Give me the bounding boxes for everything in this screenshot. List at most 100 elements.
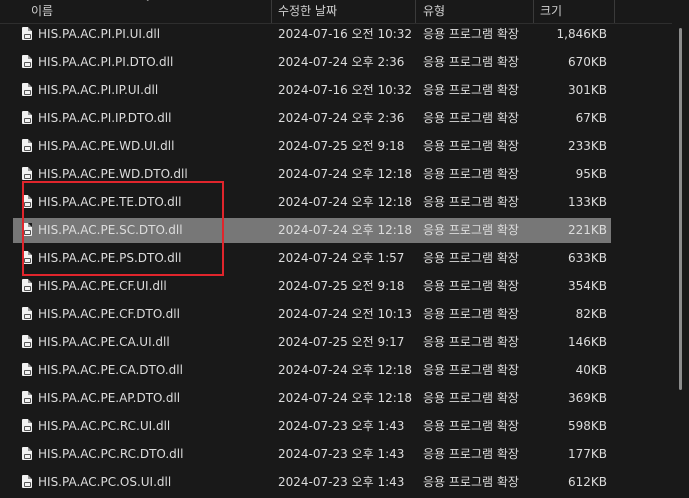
column-header: 이름 ⌄ 수정한 날짜 유형 크기 (0, 0, 689, 24)
file-modified-date: 2024-07-25 오전 9:18 (278, 279, 405, 293)
file-modified-date: 2024-07-23 오후 1:43 (278, 447, 405, 461)
file-name: HIS.PA.AC.PE.CA.DTO.dll (38, 363, 183, 377)
file-name: HIS.PA.AC.PE.PS.DTO.dll (38, 251, 182, 265)
dll-file-icon (22, 223, 32, 236)
file-size: 177KB (567, 447, 607, 461)
file-name: HIS.PA.AC.PE.CA.UI.dll (38, 335, 170, 349)
file-size: 598KB (567, 419, 607, 433)
file-modified-date: 2024-07-23 오후 1:43 (278, 419, 405, 433)
file-modified-date: 2024-07-24 오후 2:36 (278, 55, 405, 69)
file-size: 369KB (567, 391, 607, 405)
file-size: 354KB (567, 279, 607, 293)
file-name: HIS.PA.AC.PE.TE.DTO.dll (38, 195, 182, 209)
file-name: HIS.PA.AC.PI.IP.UI.dll (38, 83, 159, 97)
file-size: 612KB (567, 475, 607, 489)
file-modified-date: 2024-07-24 오후 2:36 (278, 111, 405, 125)
file-type: 응용 프로그램 확장 (423, 195, 519, 209)
file-modified-date: 2024-07-16 오전 10:32 (278, 27, 413, 41)
column-header-date[interactable]: 수정한 날짜 (278, 0, 337, 23)
file-name: HIS.PA.AC.PE.CF.UI.dll (38, 279, 167, 293)
dll-file-icon (22, 83, 32, 96)
file-name: HIS.PA.AC.PE.AP.DTO.dll (38, 391, 181, 405)
column-divider[interactable] (271, 0, 272, 23)
dll-file-icon (22, 335, 32, 348)
dll-file-icon (22, 251, 32, 264)
file-name: HIS.PA.AC.PE.CF.DTO.dll (38, 307, 180, 321)
file-size: 95KB (575, 167, 607, 181)
file-type: 응용 프로그램 확장 (423, 223, 519, 237)
column-divider[interactable] (533, 0, 534, 23)
dll-file-icon (22, 307, 32, 320)
column-header-size[interactable]: 크기 (540, 0, 562, 23)
file-row[interactable]: HIS.PA.AC.PE.AP.DTO.dll 2024-07-24 오후 12:… (13, 386, 611, 411)
file-type: 응용 프로그램 확장 (423, 475, 519, 489)
file-type: 응용 프로그램 확장 (423, 363, 519, 377)
vertical-scrollbar[interactable] (672, 0, 689, 498)
file-size: 221KB (567, 223, 607, 237)
file-size: 633KB (567, 251, 607, 265)
file-size: 133KB (567, 195, 607, 209)
sort-indicator-icon: ⌄ (144, 0, 152, 4)
file-type: 응용 프로그램 확장 (423, 55, 519, 69)
file-modified-date: 2024-07-25 오전 9:18 (278, 139, 405, 153)
file-type: 응용 프로그램 확장 (423, 419, 519, 433)
file-row[interactable]: HIS.PA.AC.PE.WD.UI.dll 2024-07-25 오전 9:18… (13, 134, 611, 159)
file-size: 82KB (575, 307, 607, 321)
file-type: 응용 프로그램 확장 (423, 83, 519, 97)
dll-file-icon (22, 419, 32, 432)
column-divider[interactable] (614, 0, 615, 23)
file-row[interactable]: HIS.PA.AC.PC.RC.UI.dll 2024-07-23 오후 1:43… (13, 414, 611, 439)
file-row[interactable]: HIS.PA.AC.PI.IP.DTO.dll 2024-07-24 오후 2:3… (13, 106, 611, 131)
file-name: HIS.PA.AC.PC.RC.UI.dll (38, 419, 171, 433)
dll-file-icon (22, 391, 32, 404)
dll-file-icon (22, 447, 32, 460)
scrollbar-thumb[interactable] (679, 28, 682, 390)
file-name: HIS.PA.AC.PE.SC.DTO.dll (38, 223, 183, 237)
file-row[interactable]: HIS.PA.AC.PI.IP.UI.dll 2024-07-16 오전 10:3… (13, 78, 611, 103)
column-divider[interactable] (415, 0, 416, 23)
file-type: 응용 프로그램 확장 (423, 167, 519, 181)
column-header-type[interactable]: 유형 (423, 0, 445, 23)
dll-file-icon (22, 55, 32, 68)
file-row[interactable]: HIS.PA.AC.PE.TE.DTO.dll 2024-07-24 오후 12:… (13, 190, 611, 215)
file-row[interactable]: HIS.PA.AC.PE.SC.DTO.dll 2024-07-24 오후 12:… (13, 218, 611, 243)
file-row[interactable]: HIS.PA.AC.PC.RC.DTO.dll 2024-07-23 오후 1:4… (13, 442, 611, 467)
dll-file-icon (22, 475, 32, 488)
column-header-name[interactable]: 이름 (31, 0, 53, 23)
file-modified-date: 2024-07-24 오후 12:18 (278, 363, 413, 377)
file-type: 응용 프로그램 확장 (423, 27, 519, 41)
file-row[interactable]: HIS.PA.AC.PE.PS.DTO.dll 2024-07-24 오후 1:5… (13, 246, 611, 271)
file-size: 233KB (567, 139, 607, 153)
file-modified-date: 2024-07-24 오후 1:57 (278, 251, 405, 265)
file-name: HIS.PA.AC.PC.OS.UI.dll (38, 475, 172, 489)
file-row[interactable]: HIS.PA.AC.PE.WD.DTO.dll 2024-07-24 오후 12:… (13, 162, 611, 187)
file-size: 40KB (575, 363, 607, 377)
file-row[interactable]: HIS.PA.AC.PI.PI.DTO.dll 2024-07-24 오후 2:3… (13, 50, 611, 75)
file-modified-date: 2024-07-24 오후 12:18 (278, 167, 413, 181)
file-type: 응용 프로그램 확장 (423, 307, 519, 321)
file-name: HIS.PA.AC.PE.WD.UI.dll (38, 139, 175, 153)
file-modified-date: 2024-07-25 오전 9:17 (278, 335, 405, 349)
file-modified-date: 2024-07-24 오후 12:18 (278, 195, 413, 209)
file-row[interactable]: HIS.PA.AC.PE.CA.UI.dll 2024-07-25 오전 9:17… (13, 330, 611, 355)
dll-file-icon (22, 111, 32, 124)
file-row[interactable]: HIS.PA.AC.PC.OS.UI.dll 2024-07-23 오후 1:43… (13, 470, 611, 495)
file-modified-date: 2024-07-16 오전 10:32 (278, 83, 413, 97)
file-size: 1,846KB (556, 27, 607, 41)
file-name: HIS.PA.AC.PI.PI.DTO.dll (38, 55, 174, 69)
file-modified-date: 2024-07-24 오전 10:13 (278, 307, 413, 321)
file-name: HIS.PA.AC.PC.RC.DTO.dll (38, 447, 184, 461)
file-size: 67KB (575, 111, 607, 125)
file-size: 301KB (567, 83, 607, 97)
file-name: HIS.PA.AC.PI.PI.UI.dll (38, 27, 161, 41)
file-row[interactable]: HIS.PA.AC.PE.CA.DTO.dll 2024-07-24 오후 12:… (13, 358, 611, 383)
file-type: 응용 프로그램 확장 (423, 251, 519, 265)
file-modified-date: 2024-07-24 오후 12:18 (278, 223, 413, 237)
file-row[interactable]: HIS.PA.AC.PE.CF.UI.dll 2024-07-25 오전 9:18… (13, 274, 611, 299)
file-type: 응용 프로그램 확장 (423, 111, 519, 125)
dll-file-icon (22, 363, 32, 376)
file-row[interactable]: HIS.PA.AC.PI.PI.UI.dll 2024-07-16 오전 10:3… (13, 22, 611, 47)
file-size: 146KB (567, 335, 607, 349)
file-row[interactable]: HIS.PA.AC.PE.CF.DTO.dll 2024-07-24 오전 10:… (13, 302, 611, 327)
dll-file-icon (22, 279, 32, 292)
